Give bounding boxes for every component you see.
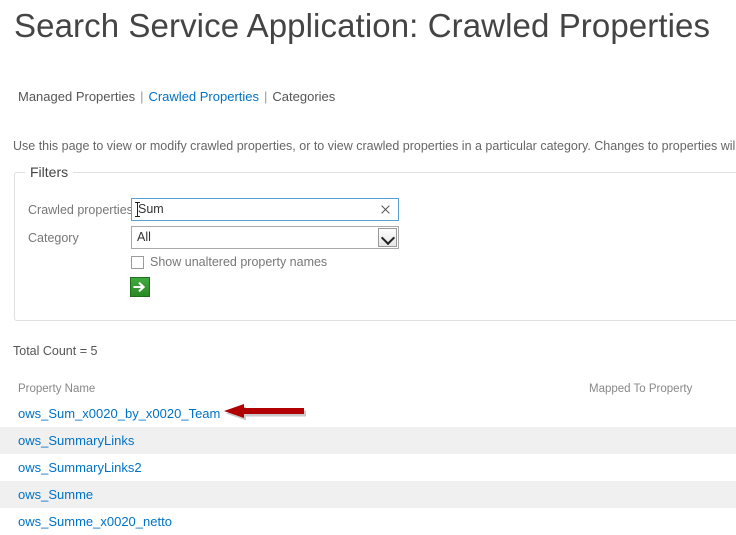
page-description: Use this page to view or modify crawled …	[13, 139, 736, 153]
arrow-right-icon	[133, 281, 146, 293]
property-link[interactable]: ows_SummaryLinks2	[18, 454, 142, 481]
column-header-property-name: Property Name	[18, 383, 96, 395]
column-header-mapped-to-property: Mapped To Property	[589, 383, 693, 395]
category-select-value: All	[137, 230, 151, 244]
crawled-properties-table: Property Name Mapped To Property ows_Sum…	[0, 378, 736, 535]
crawled-properties-input[interactable]: Sum	[131, 198, 399, 221]
property-link[interactable]: ows_Summe	[18, 481, 93, 508]
table-row[interactable]: ows_Summe	[0, 481, 736, 508]
sub-navigation: Managed Properties | Crawled Properties | Ca…	[18, 88, 335, 106]
property-link[interactable]: ows_Summe_x0020_netto	[18, 508, 172, 535]
checkbox-box[interactable]	[131, 255, 144, 269]
show-unaltered-checkbox[interactable]: Show unaltered property names	[131, 252, 327, 272]
nav-link-categories[interactable]: Categories	[272, 89, 335, 104]
show-unaltered-label: Show unaltered property names	[150, 255, 328, 269]
property-link[interactable]: ows_Sum_x0020_by_x0020_Team	[18, 400, 220, 427]
table-row[interactable]: ows_SummaryLinks	[0, 427, 736, 454]
nav-separator-1: |	[140, 89, 144, 104]
table-row[interactable]: ows_Sum_x0020_by_x0020_Team	[0, 400, 736, 427]
table-row[interactable]: ows_SummaryLinks2	[0, 454, 736, 481]
nav-separator-2: |	[264, 89, 268, 104]
nav-link-managed-properties[interactable]: Managed Properties	[18, 89, 135, 104]
close-x-icon[interactable]	[380, 201, 391, 218]
chevron-down-icon[interactable]	[378, 228, 397, 247]
crawled-properties-label: Crawled properties	[28, 203, 133, 217]
nav-link-crawled-properties[interactable]: Crawled Properties	[148, 89, 259, 104]
property-link[interactable]: ows_SummaryLinks	[18, 427, 134, 454]
page-title: Search Service Application: Crawled Prop…	[14, 7, 711, 44]
apply-filter-button[interactable]	[130, 277, 150, 297]
category-select[interactable]: All	[131, 226, 399, 249]
crawled-properties-input-value: Sum	[138, 202, 164, 216]
crawled-properties-page: Search Service Application: Crawled Prop…	[0, 0, 736, 535]
total-count: Total Count = 5	[13, 344, 98, 358]
filters-legend: Filters	[25, 163, 74, 181]
category-label: Category	[28, 231, 79, 245]
table-header-row: Property Name Mapped To Property	[0, 378, 736, 400]
table-row[interactable]: ows_Summe_x0020_netto	[0, 508, 736, 535]
